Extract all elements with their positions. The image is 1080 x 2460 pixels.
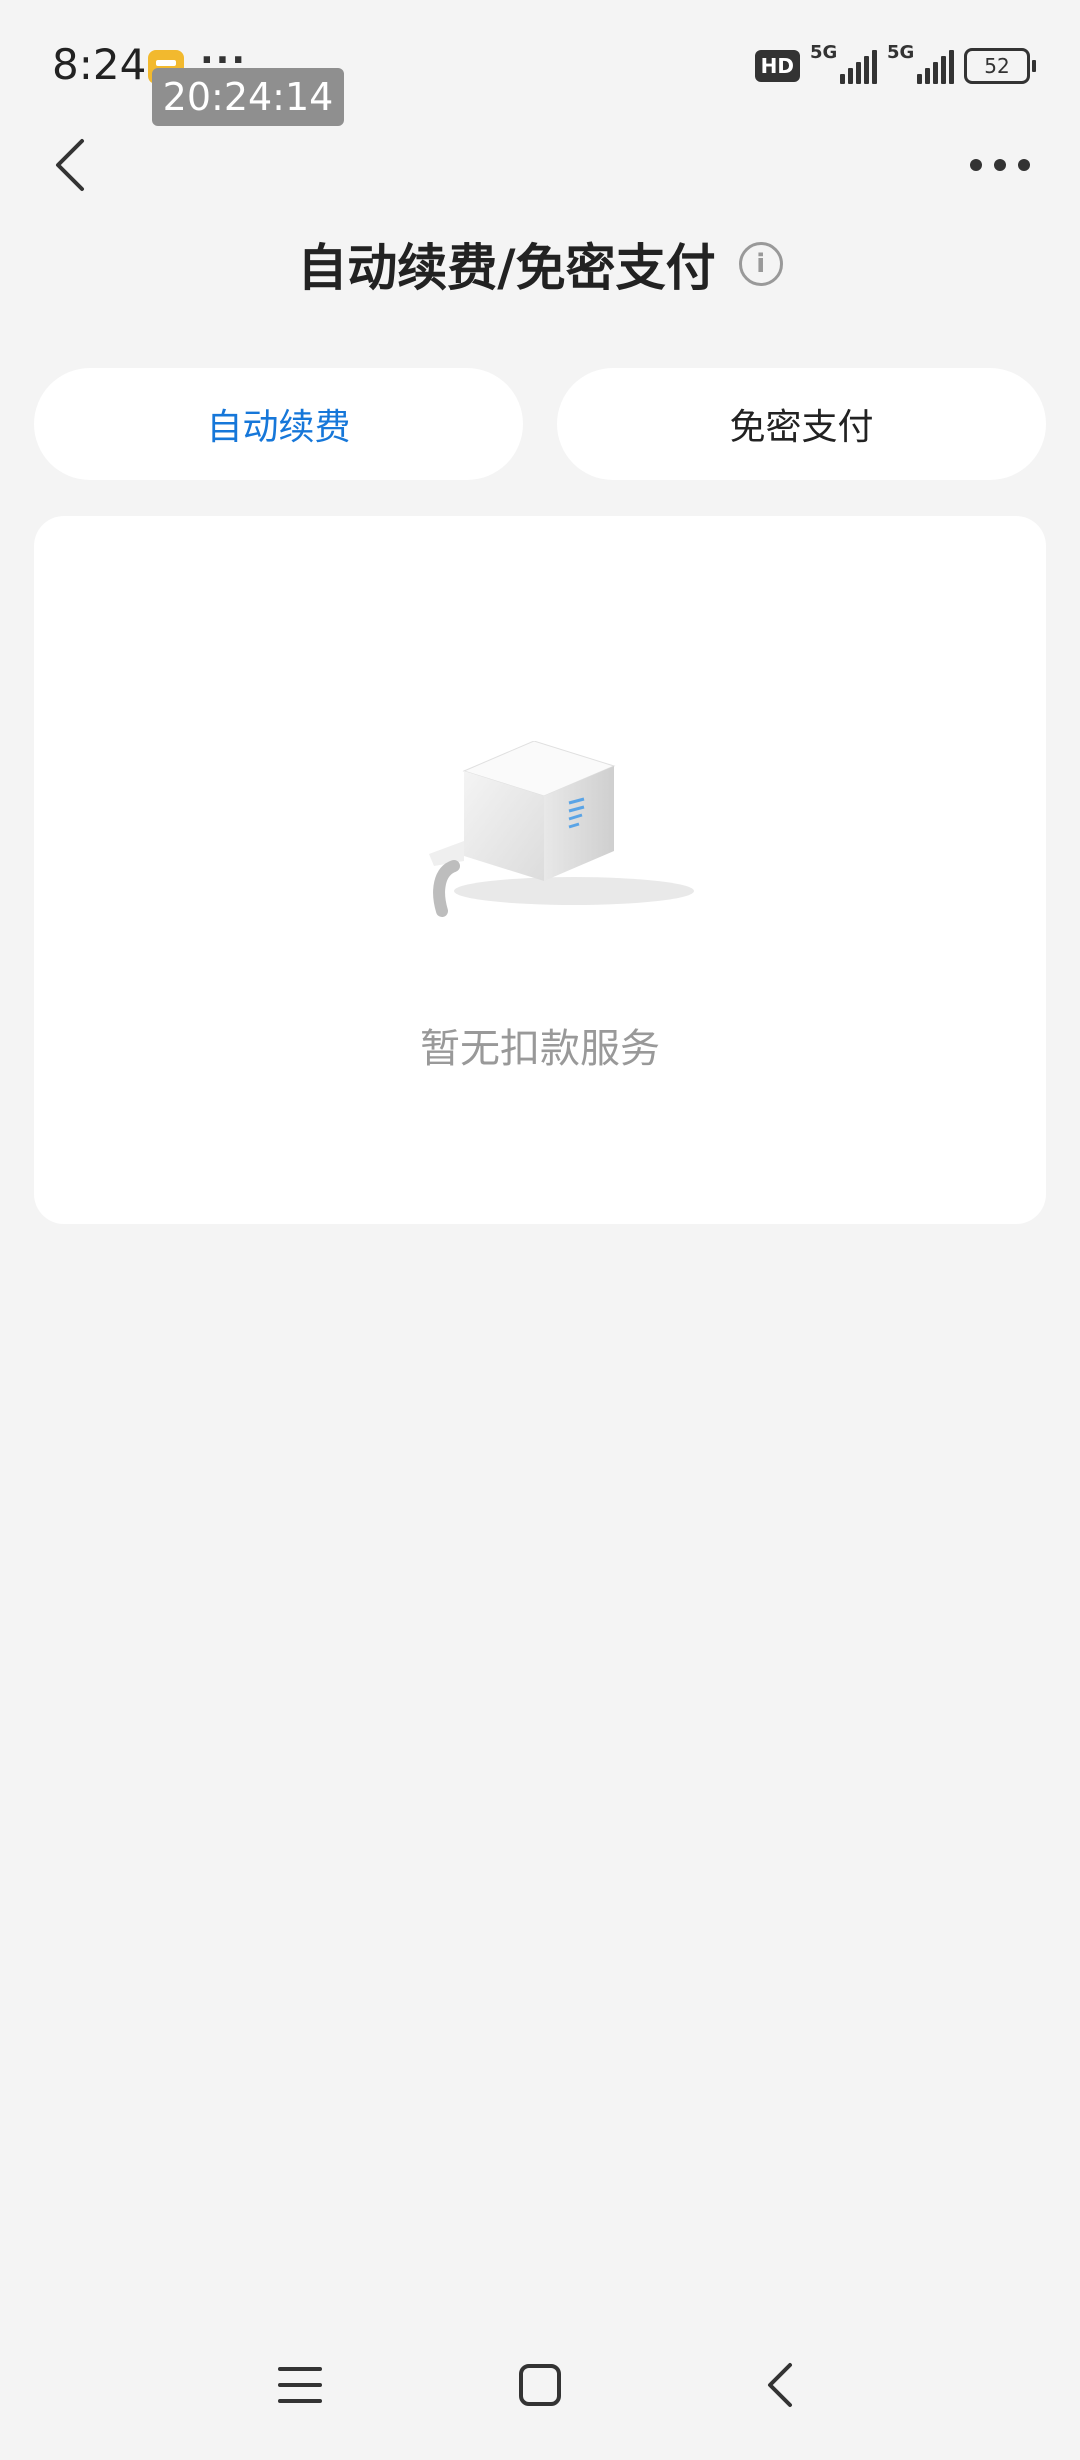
tab-password-free-payment[interactable]: 免密支付 [557, 368, 1046, 480]
nav-back-icon [768, 2363, 792, 2407]
content-card: 暂无扣款服务 [34, 516, 1046, 1224]
back-button[interactable] [40, 130, 100, 200]
hd-voice-icon: HD [754, 50, 800, 82]
network-type-2: 5G [887, 42, 915, 63]
system-navigation-bar [0, 2330, 1080, 2430]
status-bar: 8:24 ··· 20:24:14 HD 5G 5G 52 [0, 0, 1080, 130]
battery-level: 52 [984, 54, 1010, 78]
page-header: 自动续费/免密支付 i [0, 228, 1080, 300]
signal-icon-2: 5G [887, 42, 954, 84]
system-back-button[interactable] [740, 2350, 820, 2420]
more-dots-icon [970, 159, 982, 171]
recent-apps-button[interactable] [260, 2350, 340, 2420]
page-title: 自动续费/免密支付 [297, 239, 716, 297]
status-time: 8:24 [52, 40, 147, 89]
empty-state-message: 暂无扣款服务 [420, 1026, 660, 1072]
back-arrow-icon [56, 139, 84, 191]
status-indicators: HD 5G 5G 52 [754, 42, 1036, 88]
signal-icon-1: 5G [810, 42, 877, 84]
info-icon[interactable]: i [738, 242, 783, 286]
more-options-button[interactable] [950, 140, 1050, 190]
home-icon [519, 2364, 561, 2406]
tab-auto-renewal[interactable]: 自动续费 [34, 368, 523, 480]
battery-icon: 52 [964, 48, 1036, 84]
timestamp-overlay: 20:24:14 [152, 68, 344, 126]
empty-box-icon [429, 741, 694, 917]
network-type-1: 5G [810, 42, 838, 63]
menu-icon [278, 2367, 322, 2403]
tab-bar: 自动续费 免密支付 [34, 368, 1046, 480]
home-button[interactable] [500, 2350, 580, 2420]
